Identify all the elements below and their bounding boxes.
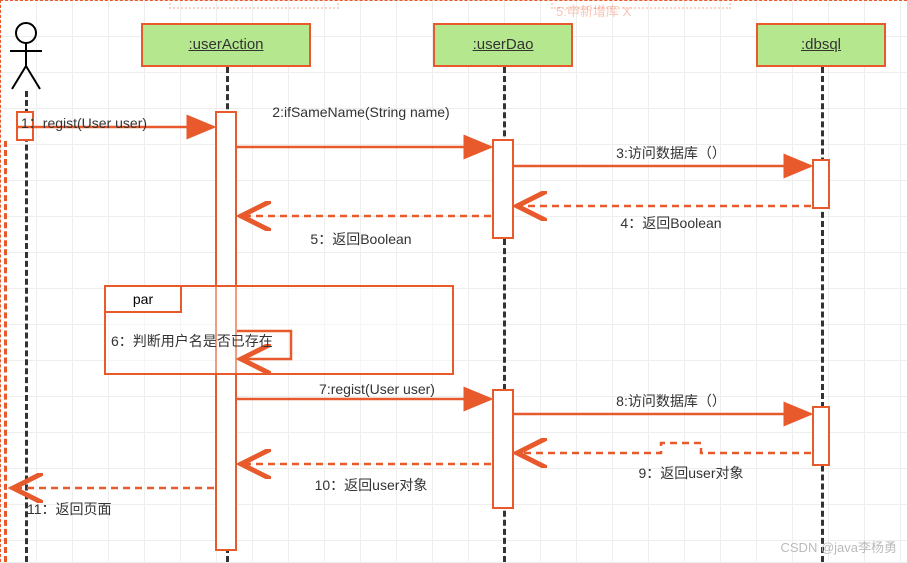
lifeline-dbsql-dash bbox=[821, 67, 824, 562]
watermark: CSDN @java李杨勇 bbox=[781, 537, 898, 556]
actor-outer-dash bbox=[4, 141, 7, 562]
lifeline-actor-dash bbox=[25, 91, 28, 562]
lifeline-userdao-label: :userDao bbox=[473, 36, 534, 53]
label-m4: 4：返回Boolean bbox=[561, 213, 781, 233]
activation-userdao-1 bbox=[492, 139, 514, 239]
label-m2: 2:ifSameName(String name) bbox=[261, 104, 461, 120]
label-m7: 7:regist(User user) bbox=[277, 381, 477, 397]
label-m5: 5：返回Boolean bbox=[261, 229, 461, 249]
par-frame: par bbox=[104, 285, 454, 375]
lifeline-dbsql: :dbsql bbox=[756, 23, 886, 67]
label-m11: 11：返回页面 bbox=[27, 499, 207, 519]
label-m8: 8:访问数据库（） bbox=[561, 391, 781, 411]
par-tag: par bbox=[106, 287, 182, 313]
lifeline-useraction-label: :userAction bbox=[188, 36, 263, 53]
label-m9: 9：返回user对象 bbox=[581, 463, 801, 483]
label-m6: 6：判断用户名是否已存在 bbox=[111, 331, 331, 351]
faint-label: 5:申新增库 X bbox=[556, 1, 631, 20]
lifeline-useraction: :userAction bbox=[141, 23, 311, 67]
lifeline-userdao: :userDao bbox=[433, 23, 573, 67]
activation-dbsql-1 bbox=[812, 159, 830, 209]
lifeline-dbsql-label: :dbsql bbox=[801, 36, 841, 53]
activation-dbsql-2 bbox=[812, 406, 830, 466]
arrow-m9 bbox=[517, 443, 811, 453]
faint-box-1 bbox=[169, 0, 339, 9]
activation-userdao-2 bbox=[492, 389, 514, 509]
label-m10: 10：返回user对象 bbox=[271, 475, 471, 495]
actor-icon bbox=[6, 21, 46, 91]
label-m1: 1：regist(User user) bbox=[21, 113, 211, 133]
label-m3: 3:访问数据库（） bbox=[561, 143, 781, 163]
